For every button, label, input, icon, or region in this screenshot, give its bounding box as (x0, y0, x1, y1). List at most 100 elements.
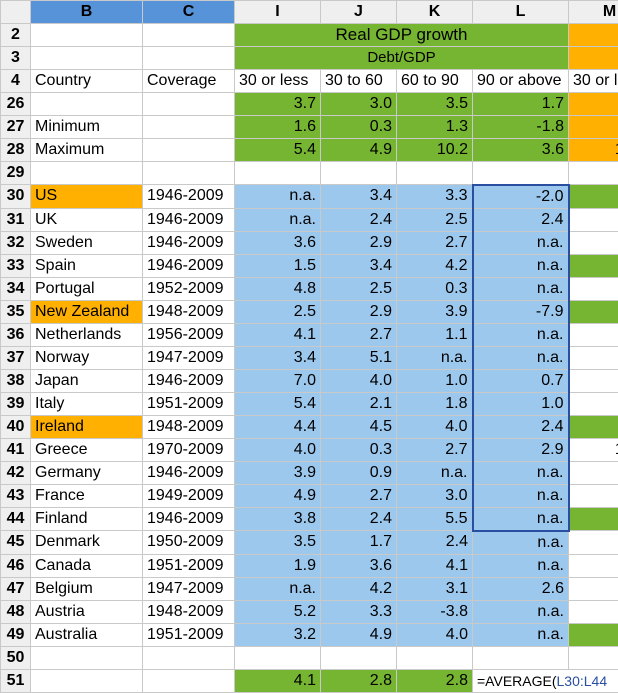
cell-C26[interactable] (143, 93, 235, 116)
cell-C3[interactable] (143, 47, 235, 70)
cell-K30[interactable]: 3.3 (397, 185, 473, 209)
cell-J48[interactable]: 3.3 (321, 600, 397, 623)
col-header-L[interactable]: L (473, 1, 569, 24)
cell-L39[interactable]: 1.0 (473, 392, 569, 415)
cell-J28[interactable]: 4.9 (321, 139, 397, 162)
cell-L47[interactable]: 2.6 (473, 577, 569, 600)
cell-K26[interactable]: 3.5 (397, 93, 473, 116)
cell-I50[interactable] (235, 646, 321, 669)
cell-L36[interactable]: n.a. (473, 323, 569, 346)
cell-L30[interactable]: -2.0 (473, 185, 569, 209)
cell-J42[interactable]: 0.9 (321, 461, 397, 484)
cell-coverage-42[interactable]: 1946-2009 (143, 461, 235, 484)
cell-M31[interactable]: n.a. (569, 208, 618, 231)
cell-coverage-41[interactable]: 1970-2009 (143, 438, 235, 461)
cell-K44[interactable]: 5.5 (397, 507, 473, 531)
row-header-29[interactable]: 29 (1, 162, 31, 185)
cell-I39[interactable]: 5.4 (235, 392, 321, 415)
cell-country-49[interactable]: Australia (31, 623, 143, 646)
cell-J51[interactable]: 2.8 (321, 669, 397, 692)
cell-J40[interactable]: 4.5 (321, 415, 397, 438)
cell-M27[interactable]: 0.8 (569, 116, 618, 139)
row-header-36[interactable]: 36 (1, 323, 31, 346)
cell-K46[interactable]: 4.1 (397, 554, 473, 577)
cell-K27[interactable]: 1.3 (397, 116, 473, 139)
cell-country-46[interactable]: Canada (31, 554, 143, 577)
cell-M26[interactable]: 5.5 (569, 93, 618, 116)
cell-K42[interactable]: n.a. (397, 461, 473, 484)
cell-I46[interactable]: 1.9 (235, 554, 321, 577)
cell-B2[interactable] (31, 24, 143, 47)
cell-L29[interactable] (473, 162, 569, 185)
cell-L38[interactable]: 0.7 (473, 369, 569, 392)
cell-M38[interactable]: 7.0 (569, 369, 618, 392)
cell-K49[interactable]: 4.0 (397, 623, 473, 646)
cell-I29[interactable] (235, 162, 321, 185)
cell-country-33[interactable]: Spain (31, 254, 143, 277)
col-header-C[interactable]: C (143, 1, 235, 24)
cell-K36[interactable]: 1.1 (397, 323, 473, 346)
row-header-40[interactable]: 40 (1, 415, 31, 438)
cell-M30[interactable]: n.a. (569, 185, 618, 209)
cell-J39[interactable]: 2.1 (321, 392, 397, 415)
cell-L43[interactable]: n.a. (473, 484, 569, 507)
row-header-51[interactable]: 51 (1, 669, 31, 692)
cell-J31[interactable]: 2.4 (321, 208, 397, 231)
cell-M2[interactable] (569, 24, 618, 47)
col-label-30-to-60[interactable]: 30 to 60 (321, 70, 397, 93)
cell-I30[interactable]: n.a. (235, 185, 321, 209)
cell-K48[interactable]: -3.8 (397, 600, 473, 623)
cell-J44[interactable]: 2.4 (321, 507, 397, 531)
cell-coverage-33[interactable]: 1946-2009 (143, 254, 235, 277)
row-header-49[interactable]: 49 (1, 623, 31, 646)
cell-country-30[interactable]: US (31, 185, 143, 209)
cell-B27[interactable]: Minimum (31, 116, 143, 139)
cell-coverage-44[interactable]: 1946-2009 (143, 507, 235, 531)
row-header-37[interactable]: 37 (1, 346, 31, 369)
cell-coverage-38[interactable]: 1946-2009 (143, 369, 235, 392)
row-header-41[interactable]: 41 (1, 438, 31, 461)
cell-L31[interactable]: 2.4 (473, 208, 569, 231)
row-header-26[interactable]: 26 (1, 93, 31, 116)
select-all-corner[interactable] (1, 1, 31, 24)
col-header-J[interactable]: J (321, 1, 397, 24)
cell-J45[interactable]: 1.7 (321, 531, 397, 555)
cell-B26[interactable] (31, 93, 143, 116)
cell-I36[interactable]: 4.1 (235, 323, 321, 346)
cell-country-36[interactable]: Netherlands (31, 323, 143, 346)
cell-I42[interactable]: 3.9 (235, 461, 321, 484)
cell-I28[interactable]: 5.4 (235, 139, 321, 162)
cell-coverage-32[interactable]: 1946-2009 (143, 231, 235, 254)
row-header-28[interactable]: 28 (1, 139, 31, 162)
cell-M34[interactable]: 7.9 (569, 277, 618, 300)
cell-I33[interactable]: 1.5 (235, 254, 321, 277)
cell-I40[interactable]: 4.4 (235, 415, 321, 438)
cell-L37[interactable]: n.a. (473, 346, 569, 369)
cell-C2[interactable] (143, 24, 235, 47)
col-header-I[interactable]: I (235, 1, 321, 24)
cell-I43[interactable]: 4.9 (235, 484, 321, 507)
cell-C27[interactable] (143, 116, 235, 139)
cell-K45[interactable]: 2.4 (397, 531, 473, 555)
cell-coverage-40[interactable]: 1948-2009 (143, 415, 235, 438)
cell-J34[interactable]: 2.5 (321, 277, 397, 300)
row-header-3[interactable]: 3 (1, 47, 31, 70)
cell-J47[interactable]: 4.2 (321, 577, 397, 600)
cell-C29[interactable] (143, 162, 235, 185)
cell-L32[interactable]: n.a. (473, 231, 569, 254)
cell-M32[interactable]: 6.3 (569, 231, 618, 254)
cell-country-41[interactable]: Greece (31, 438, 143, 461)
cell-M3[interactable] (569, 47, 618, 70)
cell-I47[interactable]: n.a. (235, 577, 321, 600)
cell-I51[interactable]: 4.1 (235, 669, 321, 692)
cell-C28[interactable] (143, 139, 235, 162)
cell-B28[interactable]: Maximum (31, 139, 143, 162)
cell-K33[interactable]: 4.2 (397, 254, 473, 277)
cell-M45[interactable]: 5.6 (569, 531, 618, 555)
cell-J27[interactable]: 0.3 (321, 116, 397, 139)
cell-M40[interactable]: 2.9 (569, 415, 618, 438)
row-header-31[interactable]: 31 (1, 208, 31, 231)
cell-J49[interactable]: 4.9 (321, 623, 397, 646)
cell-M46[interactable]: 2.2 (569, 554, 618, 577)
cell-M29[interactable] (569, 162, 618, 185)
